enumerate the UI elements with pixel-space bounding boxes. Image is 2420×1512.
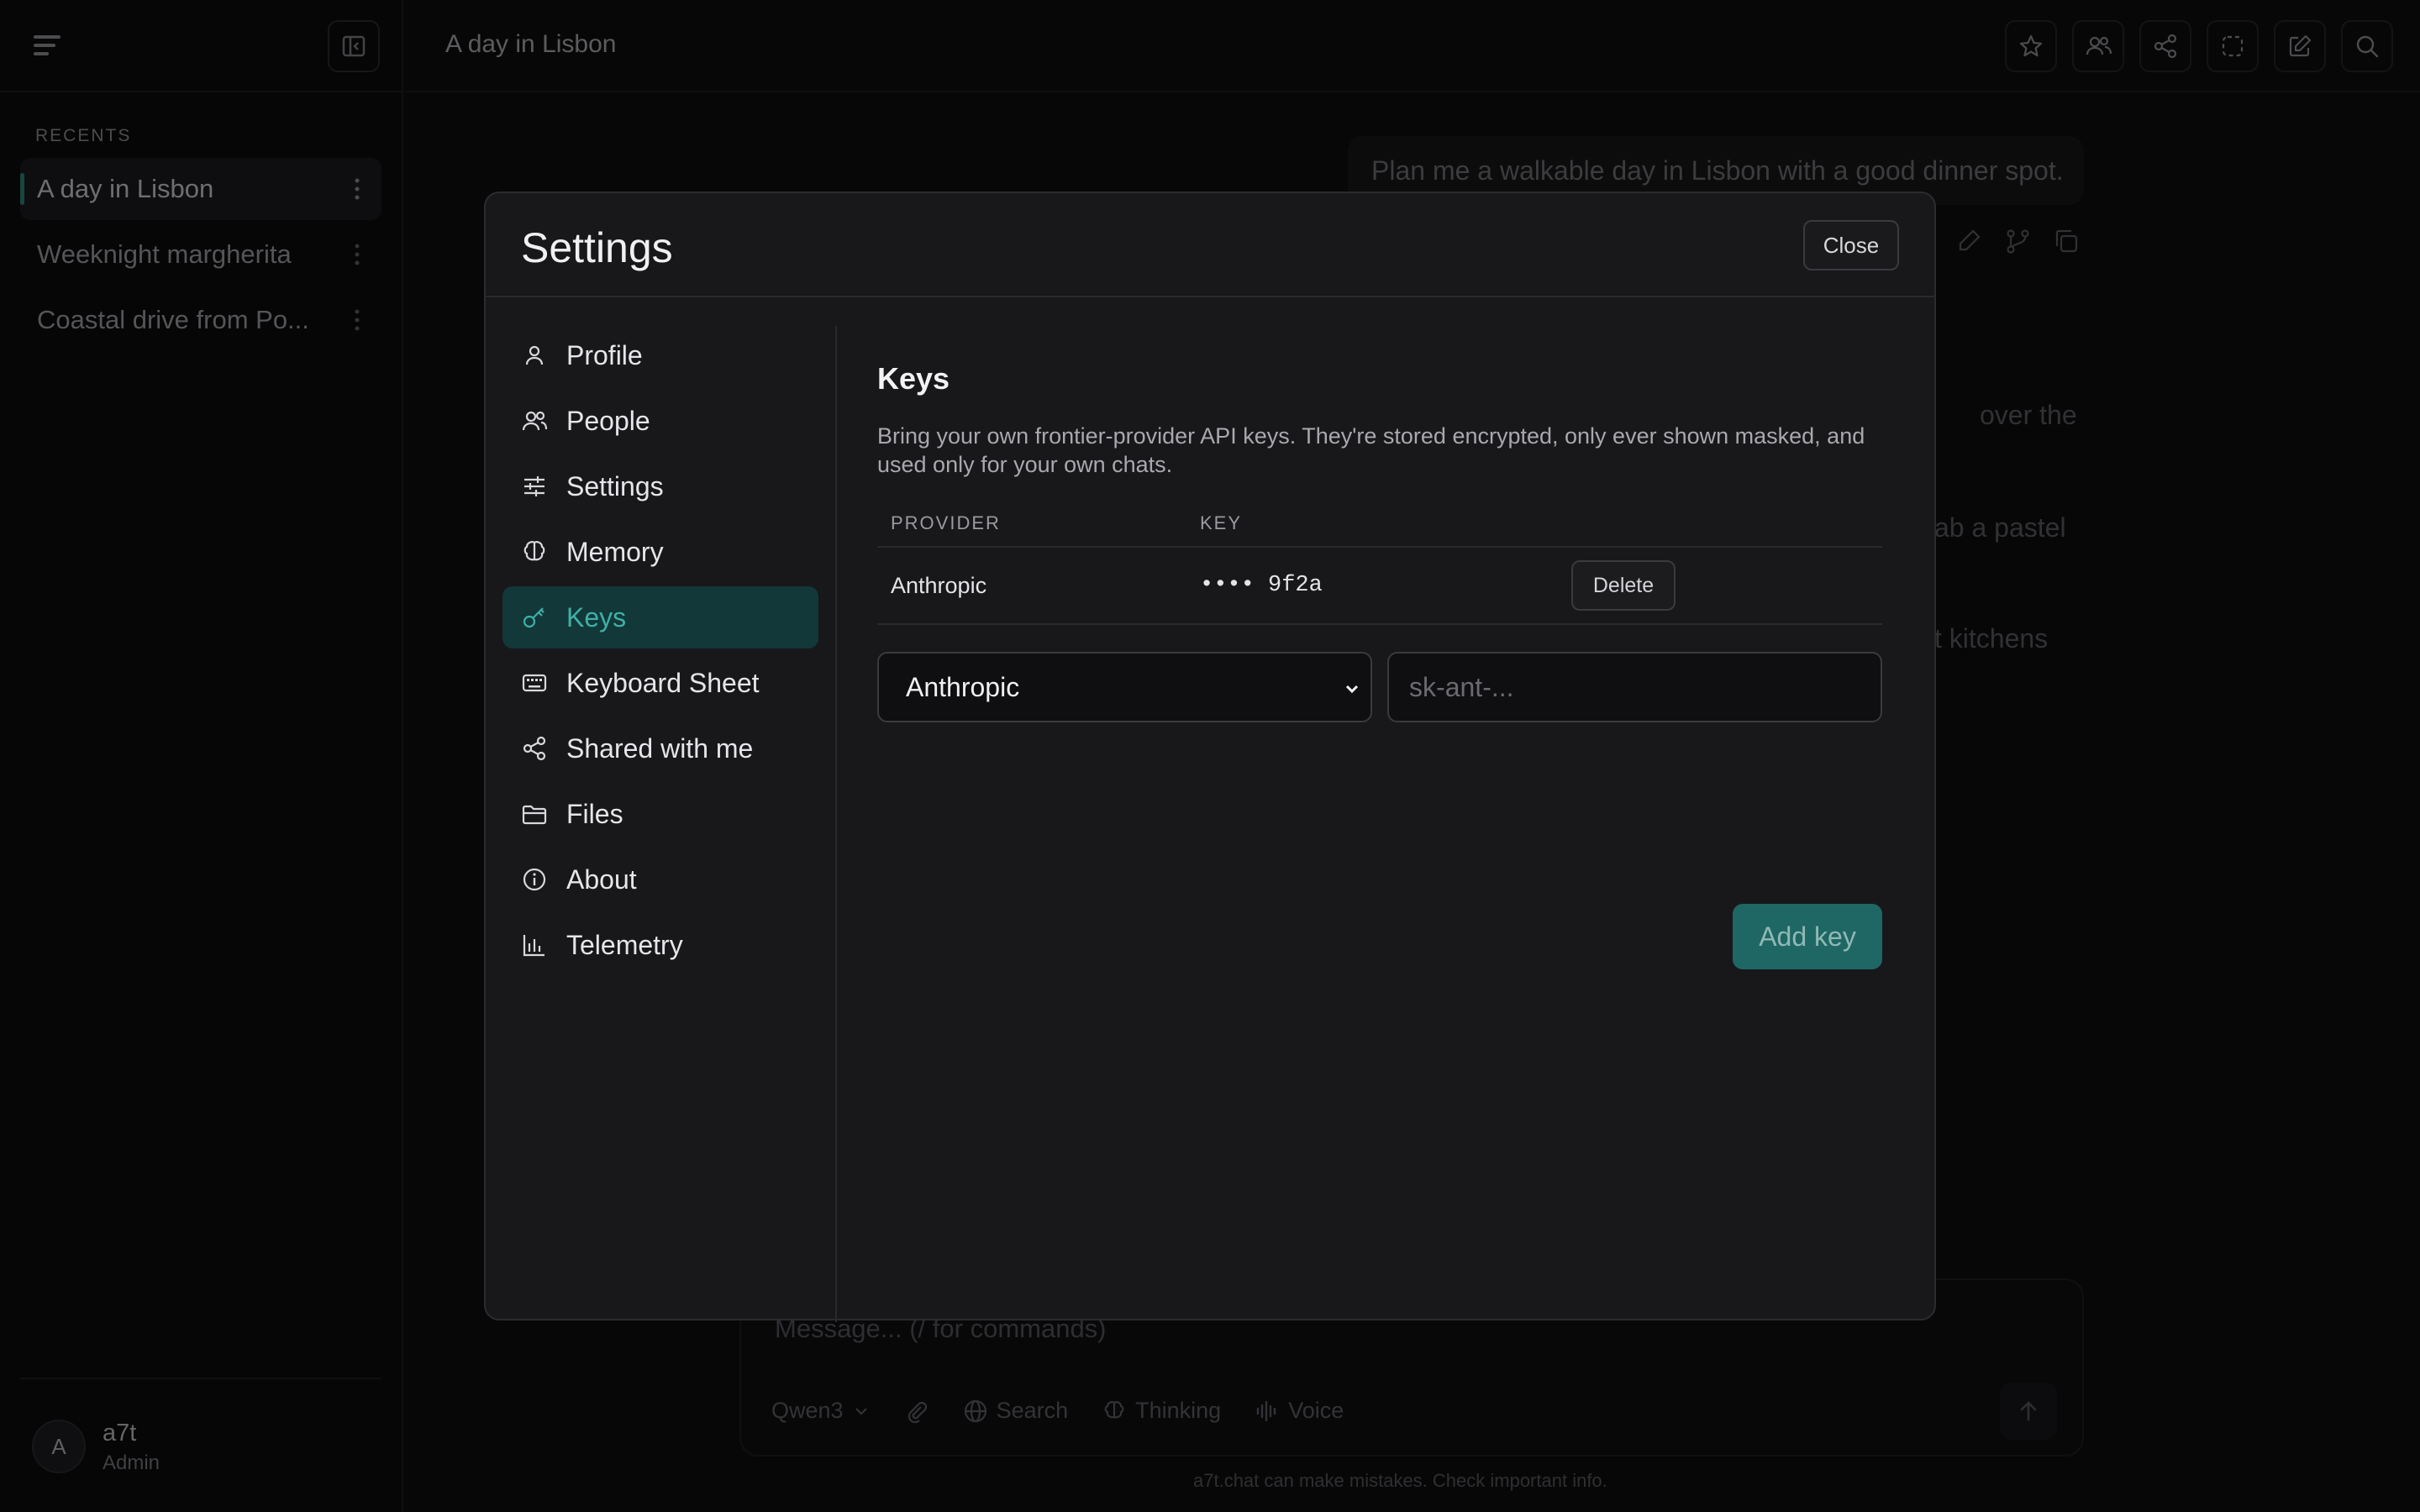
panel-title: Keys bbox=[877, 361, 950, 396]
column-header-key: KEY bbox=[1200, 512, 1243, 533]
key-icon bbox=[523, 607, 544, 628]
nav-item-keys[interactable]: Keys bbox=[502, 586, 818, 648]
delete-key-button[interactable]: Delete bbox=[1571, 560, 1676, 611]
table-header: PROVIDER KEY bbox=[877, 501, 1882, 548]
provider-cell: Anthropic bbox=[891, 572, 987, 598]
info-icon bbox=[523, 868, 546, 891]
nav-item-label: Telemetry bbox=[566, 929, 683, 960]
panel-description: Bring your own frontier-provider API key… bbox=[877, 423, 1865, 477]
app-root: RECENTS A day in Lisbon Weeknight marghe… bbox=[0, 0, 2420, 1512]
nav-item-settings[interactable]: Settings bbox=[502, 455, 818, 517]
people-icon bbox=[522, 411, 548, 431]
nav-item-label: About bbox=[566, 864, 637, 895]
nav-item-label: People bbox=[566, 405, 650, 436]
nav-item-people[interactable]: People bbox=[502, 390, 818, 452]
nav-item-memory[interactable]: Memory bbox=[502, 521, 818, 583]
keys-panel: Keys Bring your own frontier-provider AP… bbox=[877, 361, 1882, 969]
nav-divider bbox=[835, 326, 837, 1322]
add-key-button[interactable]: Add key bbox=[1733, 904, 1882, 969]
nav-item-shared-with-me[interactable]: Shared with me bbox=[502, 717, 818, 780]
share-icon bbox=[523, 736, 546, 761]
nav-item-label: Memory bbox=[566, 536, 664, 567]
user-icon bbox=[525, 345, 544, 365]
nav-item-label: Shared with me bbox=[566, 732, 754, 764]
keys-table: PROVIDER KEY Anthropic •••• 9f2a Delete bbox=[877, 501, 1882, 625]
column-header-provider: PROVIDER bbox=[891, 512, 1001, 533]
nav-item-label: Files bbox=[566, 798, 623, 829]
sliders-icon bbox=[524, 476, 544, 496]
nav-item-label: Keys bbox=[566, 601, 627, 633]
provider-select[interactable]: Anthropic bbox=[877, 652, 1373, 722]
bar-chart-icon bbox=[523, 935, 544, 957]
nav-item-label: Keyboard Sheet bbox=[566, 667, 760, 698]
nav-item-keyboard-sheet[interactable]: Keyboard Sheet bbox=[502, 652, 818, 714]
settings-nav: Profile People Settings Memory Keys Keyb… bbox=[502, 324, 818, 979]
brain-icon bbox=[523, 541, 545, 561]
provider-select-value: Anthropic bbox=[906, 671, 1020, 702]
nav-item-telemetry[interactable]: Telemetry bbox=[502, 914, 818, 976]
nav-item-profile[interactable]: Profile bbox=[502, 324, 818, 386]
masked-key-cell: •••• 9f2a bbox=[1200, 573, 1323, 598]
settings-modal: Settings Close Profile People Settings M… bbox=[484, 192, 1936, 1322]
keyboard-icon bbox=[522, 674, 547, 692]
api-key-input[interactable] bbox=[1387, 652, 1882, 722]
nav-item-label: Settings bbox=[566, 470, 664, 501]
chevron-down-icon bbox=[1345, 685, 1359, 694]
nav-item-label: Profile bbox=[566, 339, 643, 370]
add-key-form: Anthropic bbox=[877, 652, 1882, 722]
modal-header: Settings Close bbox=[486, 193, 1934, 297]
nav-item-about[interactable]: About bbox=[502, 848, 818, 911]
close-button[interactable]: Close bbox=[1803, 220, 1899, 270]
modal-title: Settings bbox=[521, 224, 673, 271]
folder-icon bbox=[522, 805, 547, 825]
table-row: Anthropic •••• 9f2a Delete bbox=[877, 548, 1882, 625]
nav-item-files[interactable]: Files bbox=[502, 783, 818, 845]
